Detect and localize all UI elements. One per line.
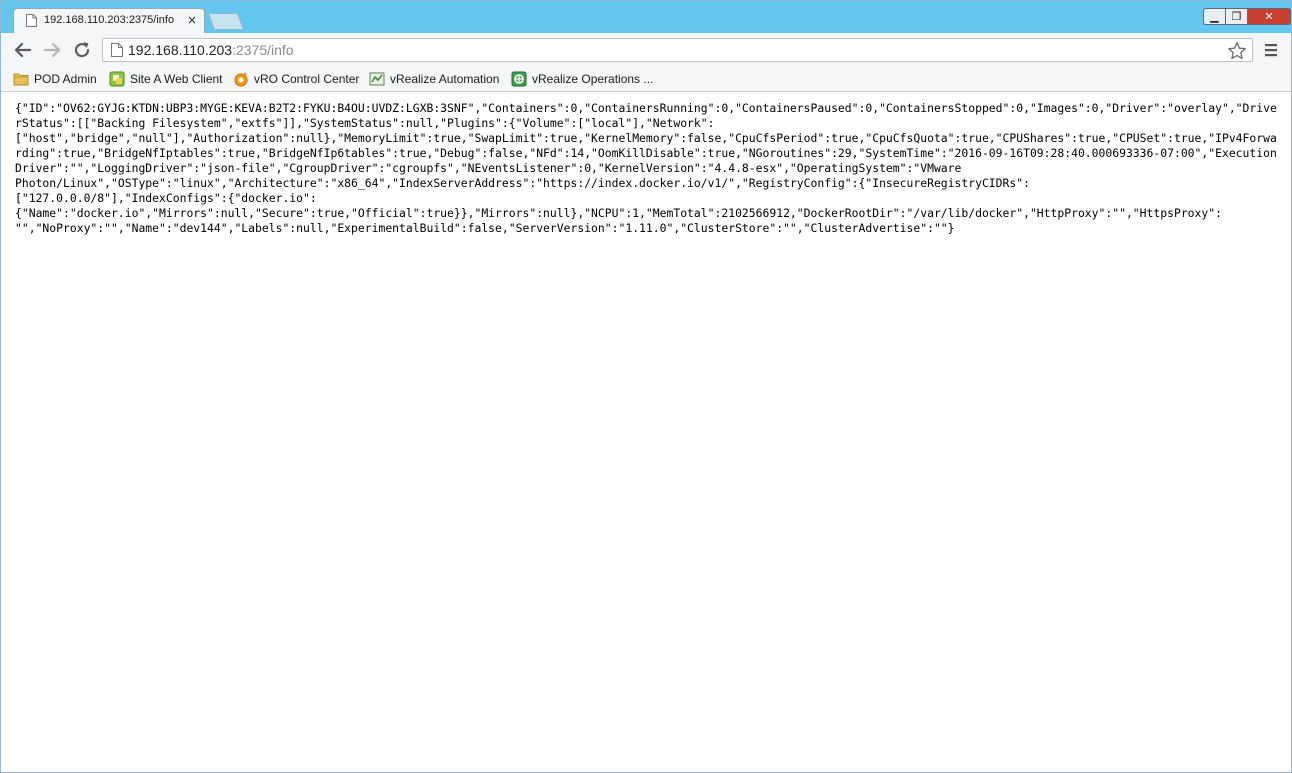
bookmark-label: vRO Control Center: [254, 72, 360, 86]
address-bar[interactable]: 192.168.110.203:2375/info: [102, 38, 1253, 62]
tab-title: 192.168.110.203:2375/info: [44, 14, 175, 26]
vro-icon: [234, 72, 248, 87]
maximize-button[interactable]: ❐: [1226, 8, 1248, 25]
browser-window: 192.168.110.203:2375/info × ▁ ❐ ✕ 192.16…: [0, 0, 1292, 773]
vrops-icon: [511, 71, 527, 87]
bookmark-vrealize-automation[interactable]: vRealize Automation: [369, 69, 499, 89]
back-arrow-icon[interactable]: [13, 40, 33, 60]
bookmark-vrealize-operations[interactable]: vRealize Operations ...: [511, 69, 653, 89]
vra-icon: [369, 72, 385, 86]
bookmarks-bar: POD Admin Site A Web Client vRO Control …: [1, 66, 1291, 92]
bookmark-pod-admin[interactable]: POD Admin: [13, 69, 97, 89]
tab-info[interactable]: 192.168.110.203:2375/info ×: [13, 8, 205, 33]
bookmark-vro-control-center[interactable]: vRO Control Center: [233, 69, 359, 89]
bookmark-label: vRealize Operations ...: [532, 72, 654, 86]
bookmark-label: Site A Web Client: [130, 72, 223, 86]
url-path: :2375/info: [232, 42, 294, 58]
web-client-icon: [109, 71, 125, 87]
bookmark-label: vRealize Automation: [390, 72, 500, 86]
toolbar: 192.168.110.203:2375/info: [1, 33, 1291, 66]
url-text[interactable]: 192.168.110.203:2375/info: [128, 42, 294, 58]
page-icon: [111, 43, 123, 57]
bookmark-label: POD Admin: [34, 72, 97, 86]
minimize-button[interactable]: ▁: [1203, 8, 1226, 25]
window-controls: ▁ ❐ ✕: [1203, 8, 1291, 26]
title-bar: 192.168.110.203:2375/info × ▁ ❐ ✕: [1, 1, 1291, 33]
menu-icon[interactable]: [1263, 42, 1279, 58]
reload-icon[interactable]: [72, 40, 92, 60]
bookmark-site-a-web-client[interactable]: Site A Web Client: [109, 69, 223, 89]
forward-arrow-icon[interactable]: [42, 40, 62, 60]
url-host: 192.168.110.203: [128, 42, 233, 58]
folder-icon: [13, 73, 29, 86]
close-window-button[interactable]: ✕: [1248, 8, 1291, 25]
new-tab-button[interactable]: [207, 13, 245, 30]
json-response-text: {"ID":"OV62:GYJG:KTDN:UBP3:MYGE:KEVA:B2T…: [15, 101, 1277, 235]
bookmark-star-icon[interactable]: [1227, 41, 1247, 61]
close-icon[interactable]: ×: [185, 12, 199, 28]
page-icon: [26, 14, 37, 27]
